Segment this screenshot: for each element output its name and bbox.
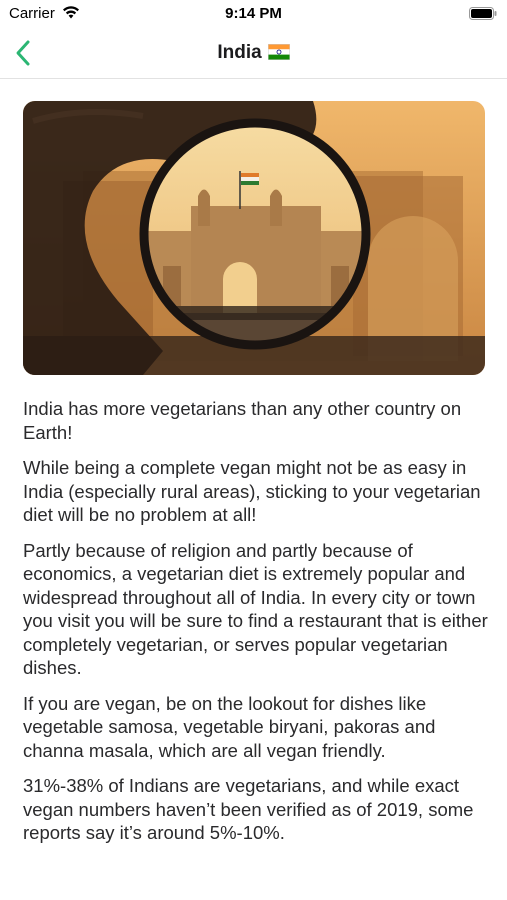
battery-icon [469, 7, 497, 24]
paragraph: If you are vegan, be on the lookout for … [23, 692, 436, 761]
status-time: 9:14 PM [225, 5, 282, 22]
paragraph: 31%-38% of Indians are vegetarians, and … [23, 775, 474, 843]
navigation-bar: India [0, 28, 507, 79]
page-title: India [0, 42, 507, 66]
india-flag-icon [267, 44, 290, 66]
paragraph: India has more vegetarians than any othe… [23, 398, 462, 443]
article-body: India has more vegetarians than any othe… [23, 397, 493, 857]
page-title-text: India [217, 42, 262, 63]
hero-image [23, 101, 485, 375]
status-bar: Carrier 9:14 PM [0, 0, 507, 28]
paragraph: Partly because of religion and partly be… [23, 539, 488, 679]
paragraph: While being a complete vegan might not b… [23, 457, 481, 525]
